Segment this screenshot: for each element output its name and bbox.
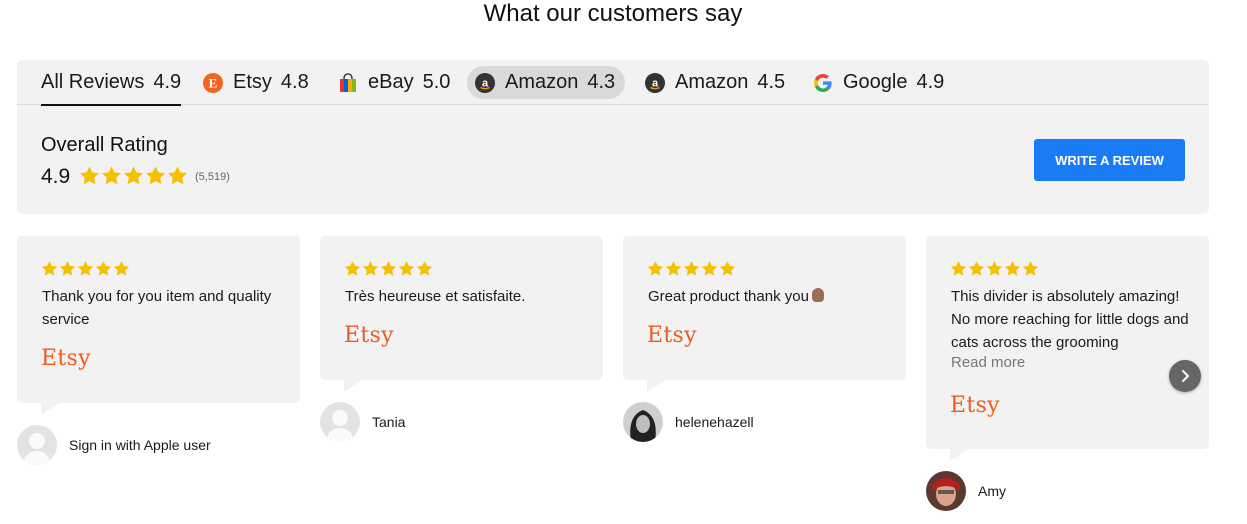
review-card: Great product thank you Etsy [623, 236, 906, 392]
tab-all-reviews[interactable]: All Reviews 4.9 [41, 66, 182, 106]
tab-score: 4.9 [916, 71, 945, 93]
star-icon [701, 261, 718, 276]
star-icon [1004, 261, 1021, 276]
rating-panel: All Reviews 4.9 E Etsy 4.8 eBay 5.0 a Am… [17, 60, 1209, 214]
star-icon [146, 166, 165, 185]
review-text: Great product thank you [648, 285, 888, 308]
star-icon [344, 261, 361, 276]
reviewer: helenehazell [623, 402, 754, 442]
tab-score: 4.5 [757, 71, 786, 93]
etsy-logo: Etsy [647, 323, 697, 348]
section-title: What our customers say [483, 0, 743, 27]
review-star-rating [950, 260, 1039, 277]
star-icon [168, 166, 187, 185]
thumbs-up-emoji [811, 288, 824, 302]
tab-score: 4.3 [587, 71, 616, 93]
review-card: Très heureuse et satisfaite. Etsy [320, 236, 603, 392]
write-review-button[interactable]: WRITE A REVIEW [1034, 139, 1185, 181]
etsy-logo: Etsy [950, 393, 1000, 418]
star-icon [59, 261, 76, 276]
star-icon [102, 166, 121, 185]
overall-rating-label: Overall Rating [41, 134, 168, 156]
review-card: This divider is absolutely amazing! No m… [926, 236, 1209, 461]
reviewer: Tania [320, 402, 405, 442]
review-text: This divider is absolutely amazing! No m… [951, 288, 1189, 351]
tab-label: All Reviews [41, 71, 145, 93]
etsy-icon: E [203, 72, 223, 93]
read-more-link[interactable]: Read more [951, 354, 1025, 371]
star-icon [416, 261, 433, 276]
star-icon [647, 261, 664, 276]
star-icon [968, 261, 985, 276]
review-source-tabs: All Reviews 4.9 E Etsy 4.8 eBay 5.0 a Am… [17, 60, 1209, 106]
star-icon [77, 261, 94, 276]
star-icon [719, 261, 736, 276]
overall-star-rating [79, 165, 188, 186]
review-text: Très heureuse et satisfaite. [345, 288, 526, 305]
review-star-rating [41, 260, 130, 277]
amazon-icon: a [475, 72, 495, 93]
user-photo-avatar [623, 402, 663, 442]
star-icon [398, 261, 415, 276]
star-icon [80, 166, 99, 185]
star-icon [665, 261, 682, 276]
star-icon [380, 261, 397, 276]
tab-score: 4.8 [280, 71, 309, 93]
tab-google[interactable]: Google 4.9 [813, 66, 944, 99]
reviewer: Sign in with Apple user [17, 425, 211, 465]
reviewer-name: Tania [372, 414, 406, 430]
star-icon [1022, 261, 1039, 276]
reviewer-name: Sign in with Apple user [69, 437, 211, 453]
etsy-logo: Etsy [41, 346, 91, 371]
chevron-right-icon [1182, 370, 1189, 382]
carousel-next-button[interactable] [1169, 360, 1201, 392]
default-avatar-icon [17, 425, 57, 465]
star-icon [683, 261, 700, 276]
google-icon [813, 73, 833, 93]
reviewer: Amy [926, 471, 1006, 511]
review-count: (5,519) [195, 171, 230, 183]
tab-etsy[interactable]: E Etsy 4.8 [203, 66, 309, 99]
review-card: Thank you for you item and quality servi… [17, 236, 300, 415]
star-icon [95, 261, 112, 276]
reviewer-name: helenehazell [675, 414, 754, 430]
star-icon [362, 261, 379, 276]
tab-label: Etsy [233, 71, 272, 93]
tab-score: 5.0 [422, 71, 451, 93]
tab-score: 4.9 [153, 71, 182, 93]
review-star-rating [344, 260, 433, 277]
star-icon [950, 261, 967, 276]
overall-rating-score: 4.9 [41, 165, 71, 188]
review-text: Thank you for you item and quality servi… [42, 288, 272, 328]
star-icon [986, 261, 1003, 276]
user-photo-avatar [926, 471, 966, 511]
review-text-content: Great product thank you [648, 288, 809, 305]
svg-text:E: E [209, 75, 218, 90]
default-avatar-icon [320, 402, 360, 442]
ebay-bag-icon [338, 72, 358, 93]
tab-amazon-2[interactable]: a Amazon 4.5 [645, 66, 785, 99]
review-star-rating [647, 260, 736, 277]
amazon-icon: a [645, 72, 665, 93]
reviewer-name: Amy [978, 483, 1006, 499]
star-icon [124, 166, 143, 185]
tab-label: Amazon [675, 71, 749, 93]
etsy-logo: Etsy [344, 323, 394, 348]
tab-ebay[interactable]: eBay 5.0 [338, 66, 450, 99]
tab-label: Google [843, 71, 908, 93]
star-icon [41, 261, 58, 276]
star-icon [113, 261, 130, 276]
tab-label: eBay [368, 71, 414, 93]
tab-amazon-1[interactable]: a Amazon 4.3 [467, 66, 626, 99]
tab-label: Amazon [505, 71, 579, 93]
